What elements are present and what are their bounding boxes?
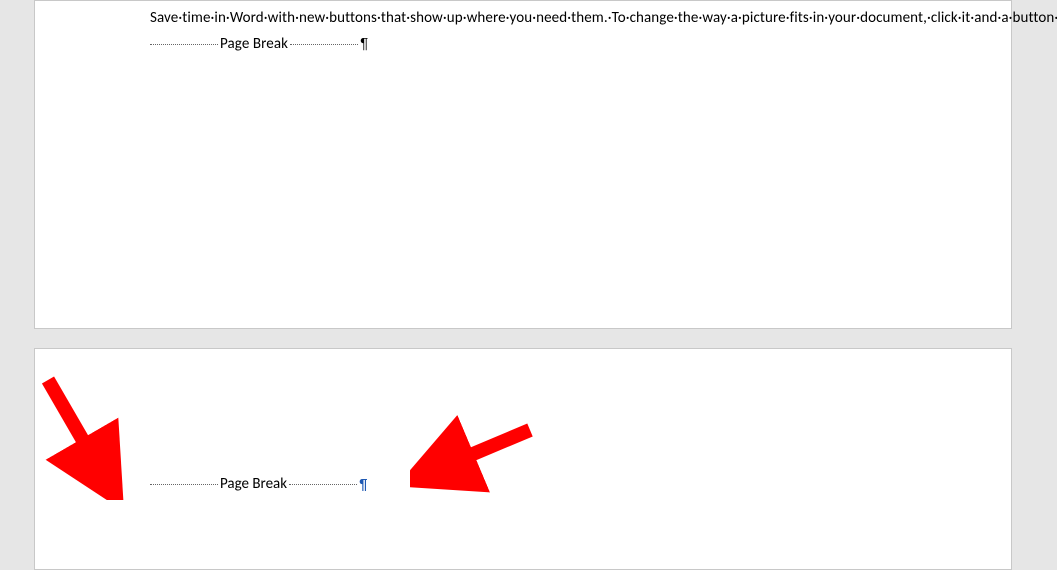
- pilcrow-icon: ¶: [360, 34, 368, 54]
- page-break-indicator-1[interactable]: Page Break ¶: [150, 34, 920, 54]
- page-break-dots-right: [290, 44, 358, 45]
- page-break-dots-left: [150, 44, 218, 45]
- paragraph-text[interactable]: Save·time·in·Word·with·new·buttons·that·…: [150, 9, 1057, 27]
- page-break-dots-left: [150, 484, 218, 485]
- body-paragraph[interactable]: Save·time·in·Word·with·new·buttons·that·…: [150, 8, 920, 28]
- page-break-dots-right: [289, 484, 357, 485]
- pilcrow-icon: ¶: [359, 476, 367, 493]
- page-break-indicator-2[interactable]: Page Break ¶: [150, 474, 920, 494]
- document-page-2[interactable]: Page Break ¶: [34, 348, 1012, 570]
- page-break-label: Page Break: [218, 475, 289, 493]
- document-page-1[interactable]: Save·time·in·Word·with·new·buttons·that·…: [34, 0, 1012, 329]
- page-break-label: Page Break: [218, 34, 290, 54]
- page1-content[interactable]: Save·time·in·Word·with·new·buttons·that·…: [150, 8, 920, 54]
